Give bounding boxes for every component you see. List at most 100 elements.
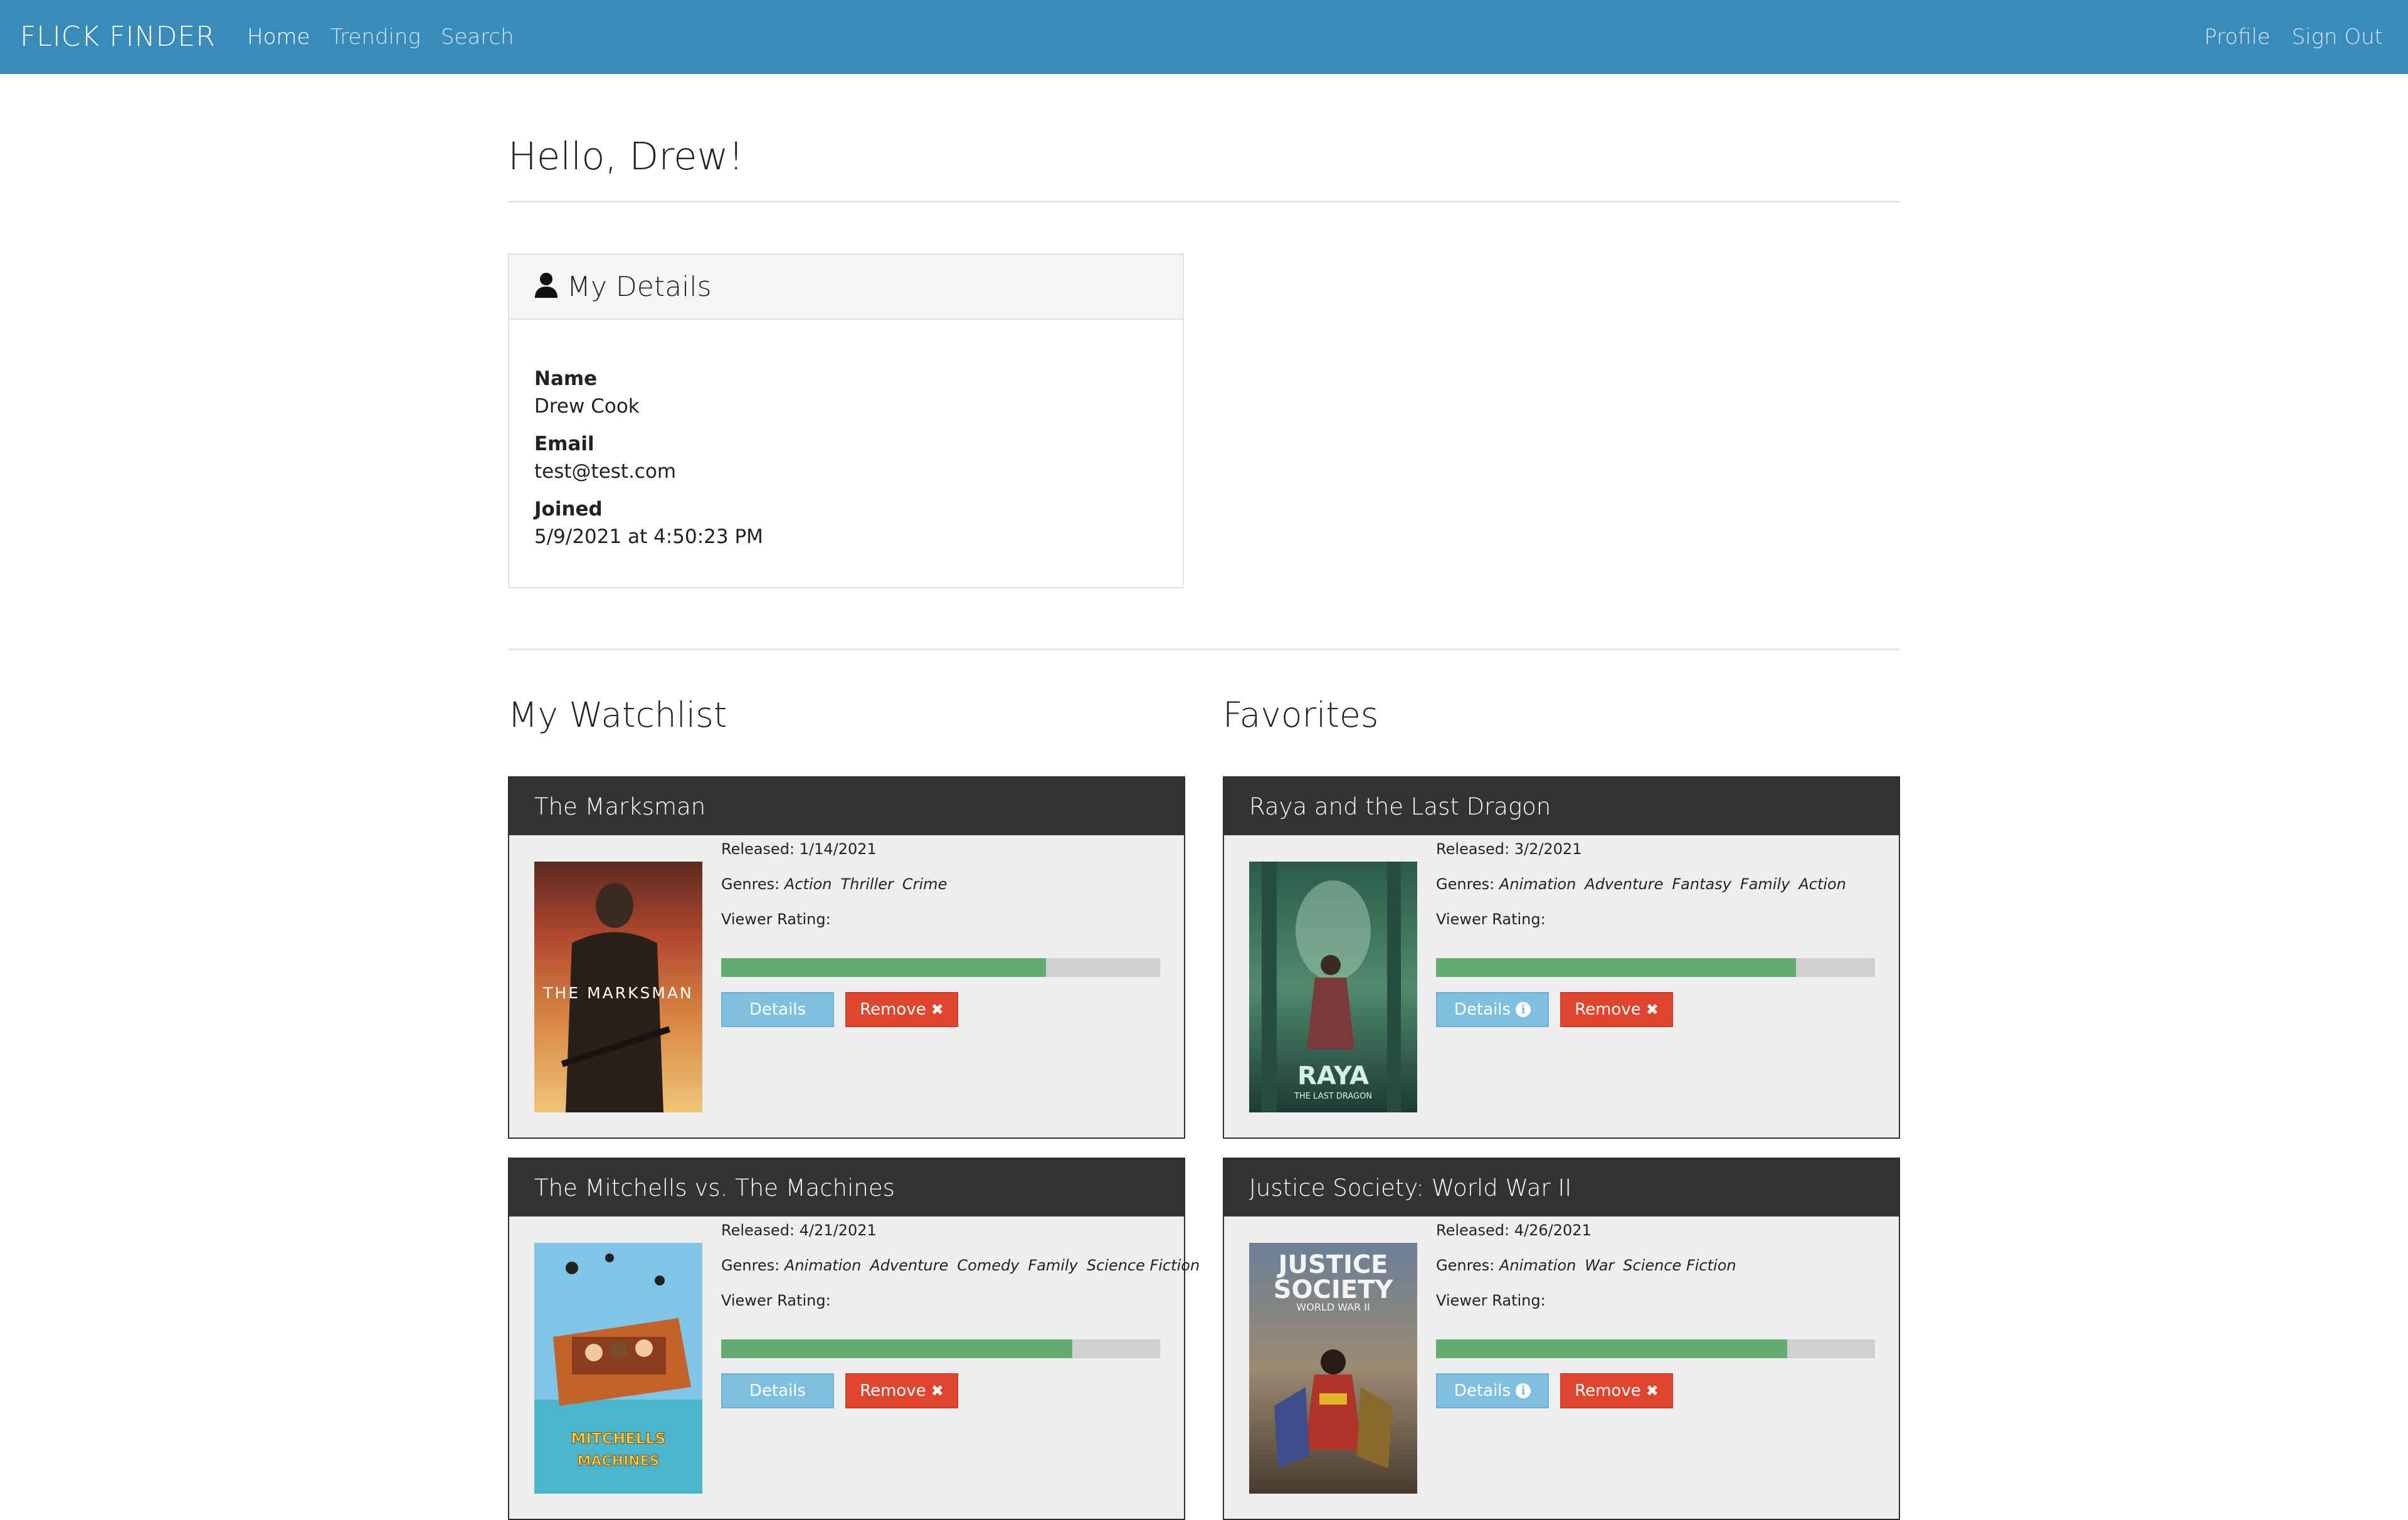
svg-text:MITCHELLS: MITCHELLS: [571, 1430, 665, 1447]
viewer-rating-fill: [721, 958, 1046, 977]
movie-poster: RAYA THE LAST DRAGON: [1249, 862, 1417, 1112]
details-button-label: Details: [749, 1381, 806, 1400]
name-label: Name: [534, 367, 598, 390]
movie-poster: THE MARKSMAN: [534, 862, 702, 1112]
svg-text:MACHINES: MACHINES: [578, 1454, 660, 1469]
viewer-rating-bar: [721, 1339, 1160, 1358]
close-icon: ✖: [1645, 1001, 1659, 1018]
viewer-rating-label: Viewer Rating:: [1436, 1292, 1546, 1309]
my-details-title: My Details: [567, 270, 712, 303]
genre-tag: Science Fiction: [1086, 1257, 1200, 1274]
remove-button-label: Remove: [860, 1381, 926, 1400]
divider: [508, 648, 1900, 650]
nav-search-link[interactable]: Search: [441, 0, 514, 74]
remove-button[interactable]: Remove ✖: [845, 1373, 958, 1408]
favorite-movie-card: Raya and the Last Dragon RAYA THE LAST D…: [1223, 776, 1900, 1139]
viewer-rating-label: Viewer Rating:: [1436, 910, 1546, 928]
genres-label: Genres:: [1436, 875, 1495, 893]
nav-trending-link[interactable]: Trending: [330, 0, 420, 74]
genre-tag: Animation: [1499, 875, 1576, 893]
details-button-label: Details: [1454, 1381, 1511, 1400]
viewer-rating-bar: [1436, 958, 1875, 977]
my-details-card: My Details Name Drew Cook Email test@tes…: [508, 253, 1184, 588]
nav-profile-link[interactable]: Profile: [2204, 0, 2271, 74]
svg-text:SOCIETY: SOCIETY: [1274, 1275, 1394, 1304]
release-date: Released: 3/2/2021: [1436, 840, 1582, 858]
my-details-header: My Details: [509, 255, 1183, 320]
genre-tag: Thriller: [840, 875, 894, 893]
favorite-movie-card: Justice Society: World War II JUSTICE SO…: [1223, 1158, 1900, 1520]
user-icon: [534, 272, 558, 301]
genre-tag: Adventure: [870, 1257, 949, 1274]
genres-line: Genres: Action Thriller Crime: [721, 875, 956, 893]
poster-title-text: RAYA: [1297, 1062, 1369, 1090]
nav-home-link[interactable]: Home: [247, 0, 310, 74]
movie-poster: MITCHELLS MACHINES: [534, 1243, 702, 1494]
genres-line: Genres: Animation Adventure Comedy Family Sc…: [721, 1257, 1208, 1274]
email-label: Email: [534, 433, 594, 455]
genre-tag: Crime: [902, 875, 948, 893]
joined-value: 5/9/2021 at 4:50:23 PM: [534, 525, 763, 548]
remove-button[interactable]: Remove ✖: [1560, 1373, 1673, 1408]
genre-tag: Adventure: [1585, 875, 1664, 893]
release-date: Released: 4/26/2021: [1436, 1222, 1592, 1239]
close-icon: ✖: [931, 1382, 944, 1400]
details-button-label: Details: [749, 1000, 806, 1019]
details-button-label: Details: [1454, 1000, 1511, 1019]
favorites-heading: Favorites: [1223, 695, 1379, 735]
nav-signout-link[interactable]: Sign Out: [2292, 0, 2383, 74]
genre-tag: War: [1585, 1257, 1615, 1274]
brand-logo[interactable]: FLICK FINDER: [20, 0, 216, 74]
movie-title: Raya and the Last Dragon: [1224, 778, 1899, 835]
greeting-heading: Hello, Drew!: [508, 134, 744, 179]
details-button[interactable]: Details: [721, 1373, 834, 1408]
nav-right: Profile Sign Out: [2204, 0, 2383, 74]
name-value: Drew Cook: [534, 395, 640, 418]
genre-tag: Family: [1028, 1257, 1078, 1274]
watchlist-movie-card: The Marksman THE MARKSMAN Released: 1/14…: [508, 776, 1185, 1139]
remove-button-label: Remove: [1575, 1381, 1641, 1400]
genres-line: Genres: Animation Adventure Fantasy Family A…: [1436, 875, 1855, 893]
close-icon: ✖: [931, 1001, 944, 1018]
poster-subtitle-text: WORLD WAR II: [1296, 1301, 1370, 1313]
remove-button-label: Remove: [1575, 1000, 1641, 1019]
viewer-rating-fill: [721, 1339, 1072, 1358]
poster-title-text: THE MARKSMAN: [542, 984, 694, 1002]
movie-poster: JUSTICE SOCIETY WORLD WAR II: [1249, 1243, 1417, 1494]
divider: [508, 201, 1900, 203]
watchlist-movie-card: The Mitchells vs. The Machines MITCHELLS…: [508, 1158, 1200, 1520]
genre-tag: Animation: [1499, 1257, 1576, 1274]
genres-label: Genres:: [721, 1257, 780, 1274]
viewer-rating-fill: [1436, 958, 1796, 977]
details-button[interactable]: Details i: [1436, 992, 1549, 1027]
genre-tag: Comedy: [957, 1257, 1020, 1274]
watchlist-heading: My Watchlist: [508, 695, 727, 735]
info-icon: i: [1516, 1002, 1531, 1017]
remove-button-label: Remove: [860, 1000, 926, 1019]
genres-label: Genres:: [721, 875, 780, 893]
genres-label: Genres:: [1436, 1257, 1495, 1274]
viewer-rating-label: Viewer Rating:: [721, 1292, 831, 1309]
nav-left: Home Trending Search: [247, 0, 514, 74]
genre-tag: Science Fiction: [1623, 1257, 1736, 1274]
viewer-rating-label: Viewer Rating:: [721, 910, 831, 928]
remove-button[interactable]: Remove ✖: [1560, 992, 1673, 1027]
details-button[interactable]: Details: [721, 992, 834, 1027]
joined-label: Joined: [534, 498, 603, 520]
details-button[interactable]: Details i: [1436, 1373, 1549, 1408]
remove-button[interactable]: Remove ✖: [845, 992, 958, 1027]
info-icon: i: [1516, 1383, 1531, 1398]
genres-line: Genres: Animation War Science Fiction: [1436, 1257, 1745, 1274]
release-date: Released: 1/14/2021: [721, 840, 877, 858]
movie-title: The Marksman: [509, 778, 1184, 835]
release-date: Released: 4/21/2021: [721, 1222, 877, 1239]
genre-tag: Action: [1798, 875, 1846, 893]
genre-tag: Family: [1740, 875, 1790, 893]
viewer-rating-bar: [1436, 1339, 1875, 1358]
email-value: test@test.com: [534, 460, 677, 483]
movie-title: Justice Society: World War II: [1224, 1159, 1899, 1217]
poster-subtitle-text: THE LAST DRAGON: [1294, 1092, 1372, 1101]
genre-tag: Action: [784, 875, 832, 893]
viewer-rating-fill: [1436, 1339, 1787, 1358]
close-icon: ✖: [1645, 1382, 1659, 1400]
